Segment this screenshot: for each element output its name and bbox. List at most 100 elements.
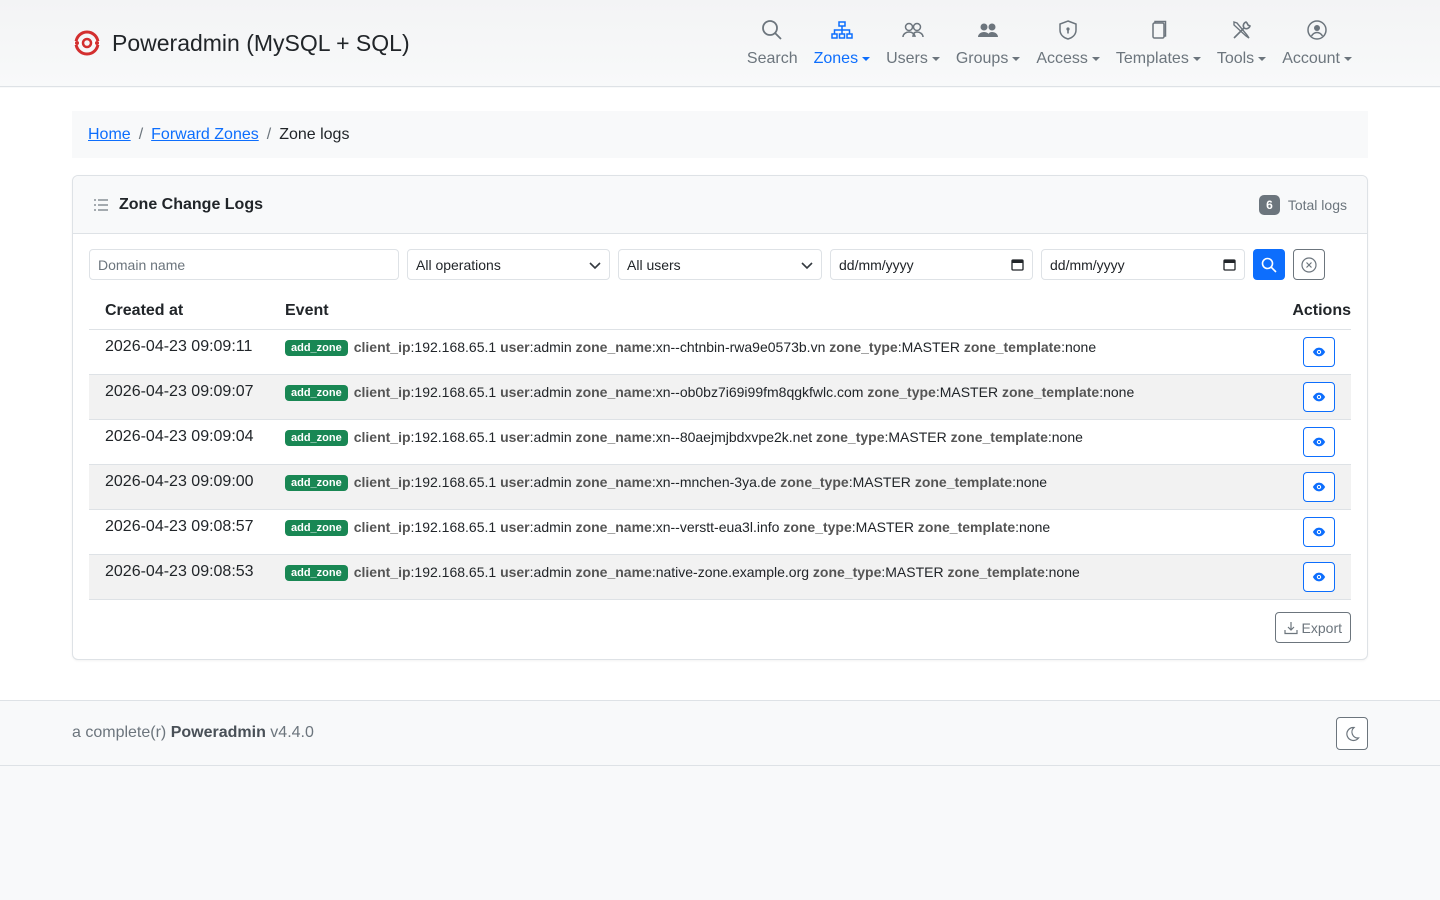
field-value: 192.168.65.1 (414, 518, 497, 535)
field-key: client_ip (353, 428, 411, 445)
x-circle-icon (1301, 256, 1317, 273)
card-title: Zone Change Logs (119, 195, 263, 213)
nav-zones[interactable]: Zones (806, 14, 878, 68)
field-value: admin (533, 383, 572, 400)
event-cell: add_zone client_ip:192.168.65.1 user:admi… (285, 509, 1271, 555)
field-key: zone_name (575, 428, 652, 445)
chevron-down-icon (1091, 57, 1100, 61)
field-key: client_ip (353, 563, 411, 580)
chevron-down-icon (1012, 57, 1021, 61)
field-key: zone_type (812, 563, 882, 580)
eye-icon (1312, 347, 1326, 356)
nav-zones-label: Zones (814, 50, 871, 68)
shield-icon (1059, 20, 1077, 40)
field-key: zone_template (950, 428, 1048, 445)
eye-icon (1312, 392, 1326, 401)
calendar-icon (1223, 259, 1236, 271)
operation-select[interactable]: All operations (407, 249, 610, 280)
nav-tools[interactable]: Tools (1209, 14, 1274, 68)
field-key: zone_template (1001, 383, 1100, 400)
field-value: admin (533, 428, 572, 445)
domain-name-input[interactable]: Domain name (89, 249, 399, 280)
nav-groups[interactable]: Groups (948, 14, 1028, 68)
nav-account[interactable]: Account (1274, 14, 1360, 68)
view-log-button[interactable] (1303, 336, 1335, 367)
date-to-input[interactable]: dd/mm/yyyy (1041, 249, 1245, 280)
person-circle-icon (1307, 20, 1327, 40)
main-content: Home / Forward Zones / Zone logs Zone Ch… (0, 88, 1440, 700)
view-log-button[interactable] (1303, 516, 1335, 547)
app-title: Poweradmin (MySQL + SQL) (112, 29, 410, 56)
field-key: zone_type (783, 518, 852, 535)
clear-filters-button[interactable] (1293, 249, 1325, 280)
field-key: client_ip (353, 473, 411, 490)
nav-access[interactable]: Access (1028, 14, 1108, 68)
eye-icon (1312, 482, 1326, 491)
view-log-button[interactable] (1303, 381, 1335, 412)
view-log-button[interactable] (1303, 471, 1335, 502)
field-value: 192.168.65.1 (414, 338, 497, 355)
field-value: MASTER (855, 518, 915, 535)
field-key: zone_name (575, 338, 652, 355)
total-logs-badge: 6 (1259, 194, 1280, 215)
chevron-down-icon (931, 57, 940, 61)
groups-icon (978, 23, 999, 37)
table-row: 2026-04-23 09:09:04 add_zone client_ip:192… (89, 419, 1351, 465)
operation-badge: add_zone (285, 429, 348, 446)
user-select[interactable]: All users (618, 249, 822, 280)
breadcrumb-forward-zones[interactable]: Forward Zones (151, 126, 259, 144)
list-icon (94, 198, 108, 211)
zone-logs-card: Zone Change Logs 6 Total logs Domain nam… (72, 175, 1368, 660)
export-button[interactable]: Export (1274, 612, 1351, 643)
theme-toggle-button[interactable] (1336, 717, 1368, 750)
field-key: client_ip (353, 338, 411, 355)
eye-icon (1312, 527, 1326, 536)
field-value: none (1048, 563, 1080, 580)
total-logs-label: Total logs (1287, 196, 1347, 213)
field-value: 192.168.65.1 (414, 563, 497, 580)
chevron-down-icon (589, 261, 601, 269)
moon-icon (1346, 726, 1360, 741)
operation-badge: add_zone (285, 474, 348, 491)
table-row: 2026-04-23 09:09:00 add_zone client_ip:192… (89, 464, 1351, 510)
calendar-icon (1011, 259, 1024, 271)
nav-search[interactable]: Search (739, 14, 806, 68)
nav-users-label: Users (886, 50, 940, 68)
field-value: xn--verstt-eua3l.info (655, 518, 780, 535)
search-button[interactable] (1253, 249, 1285, 280)
version-text: a complete(r) Poweradmin v4.4.0 (72, 724, 314, 741)
event-cell: add_zone client_ip:192.168.65.1 user:admi… (285, 464, 1271, 510)
field-value: admin (533, 338, 572, 355)
field-value: MASTER (939, 383, 999, 400)
nav-users[interactable]: Users (878, 14, 948, 68)
nav-search-label: Search (746, 50, 798, 67)
event-cell: add_zone client_ip:192.168.65.1 user:admi… (285, 329, 1271, 375)
field-key: user (500, 563, 530, 580)
field-key: client_ip (353, 383, 411, 400)
copy-icon (1152, 20, 1167, 39)
field-value: MASTER (852, 473, 911, 490)
field-value: 192.168.65.1 (414, 473, 497, 490)
view-log-button[interactable] (1303, 561, 1335, 592)
field-value: none (1015, 473, 1048, 490)
table-row: 2026-04-23 09:09:07 add_zone client_ip:192… (89, 374, 1351, 420)
breadcrumb-home[interactable]: Home (88, 126, 131, 144)
nav-access-label: Access (1036, 50, 1100, 68)
field-value: none (1019, 518, 1051, 535)
field-value: xn--chtnbin-rwa9e0573b.vn (655, 338, 826, 355)
field-key: zone_type (829, 338, 898, 355)
footer: a complete(r) Poweradmin v4.4.0 (0, 700, 1440, 766)
table-row: 2026-04-23 09:08:57 add_zone client_ip:192… (89, 509, 1351, 555)
field-key: zone_name (575, 518, 652, 535)
operation-badge: add_zone (285, 519, 348, 536)
date-from-input[interactable]: dd/mm/yyyy (830, 249, 1033, 280)
field-value: native-zone.example.org (655, 563, 810, 580)
brand-link[interactable]: Poweradmin (MySQL + SQL) (72, 28, 410, 58)
nav-account-label: Account (1282, 50, 1352, 68)
field-value: 192.168.65.1 (414, 428, 497, 445)
event-cell: add_zone client_ip:192.168.65.1 user:admi… (285, 419, 1271, 465)
nav-templates[interactable]: Templates (1108, 14, 1209, 68)
view-log-button[interactable] (1303, 426, 1335, 457)
event-cell: add_zone client_ip:192.168.65.1 user:admi… (285, 554, 1271, 600)
field-value: none (1103, 383, 1135, 400)
